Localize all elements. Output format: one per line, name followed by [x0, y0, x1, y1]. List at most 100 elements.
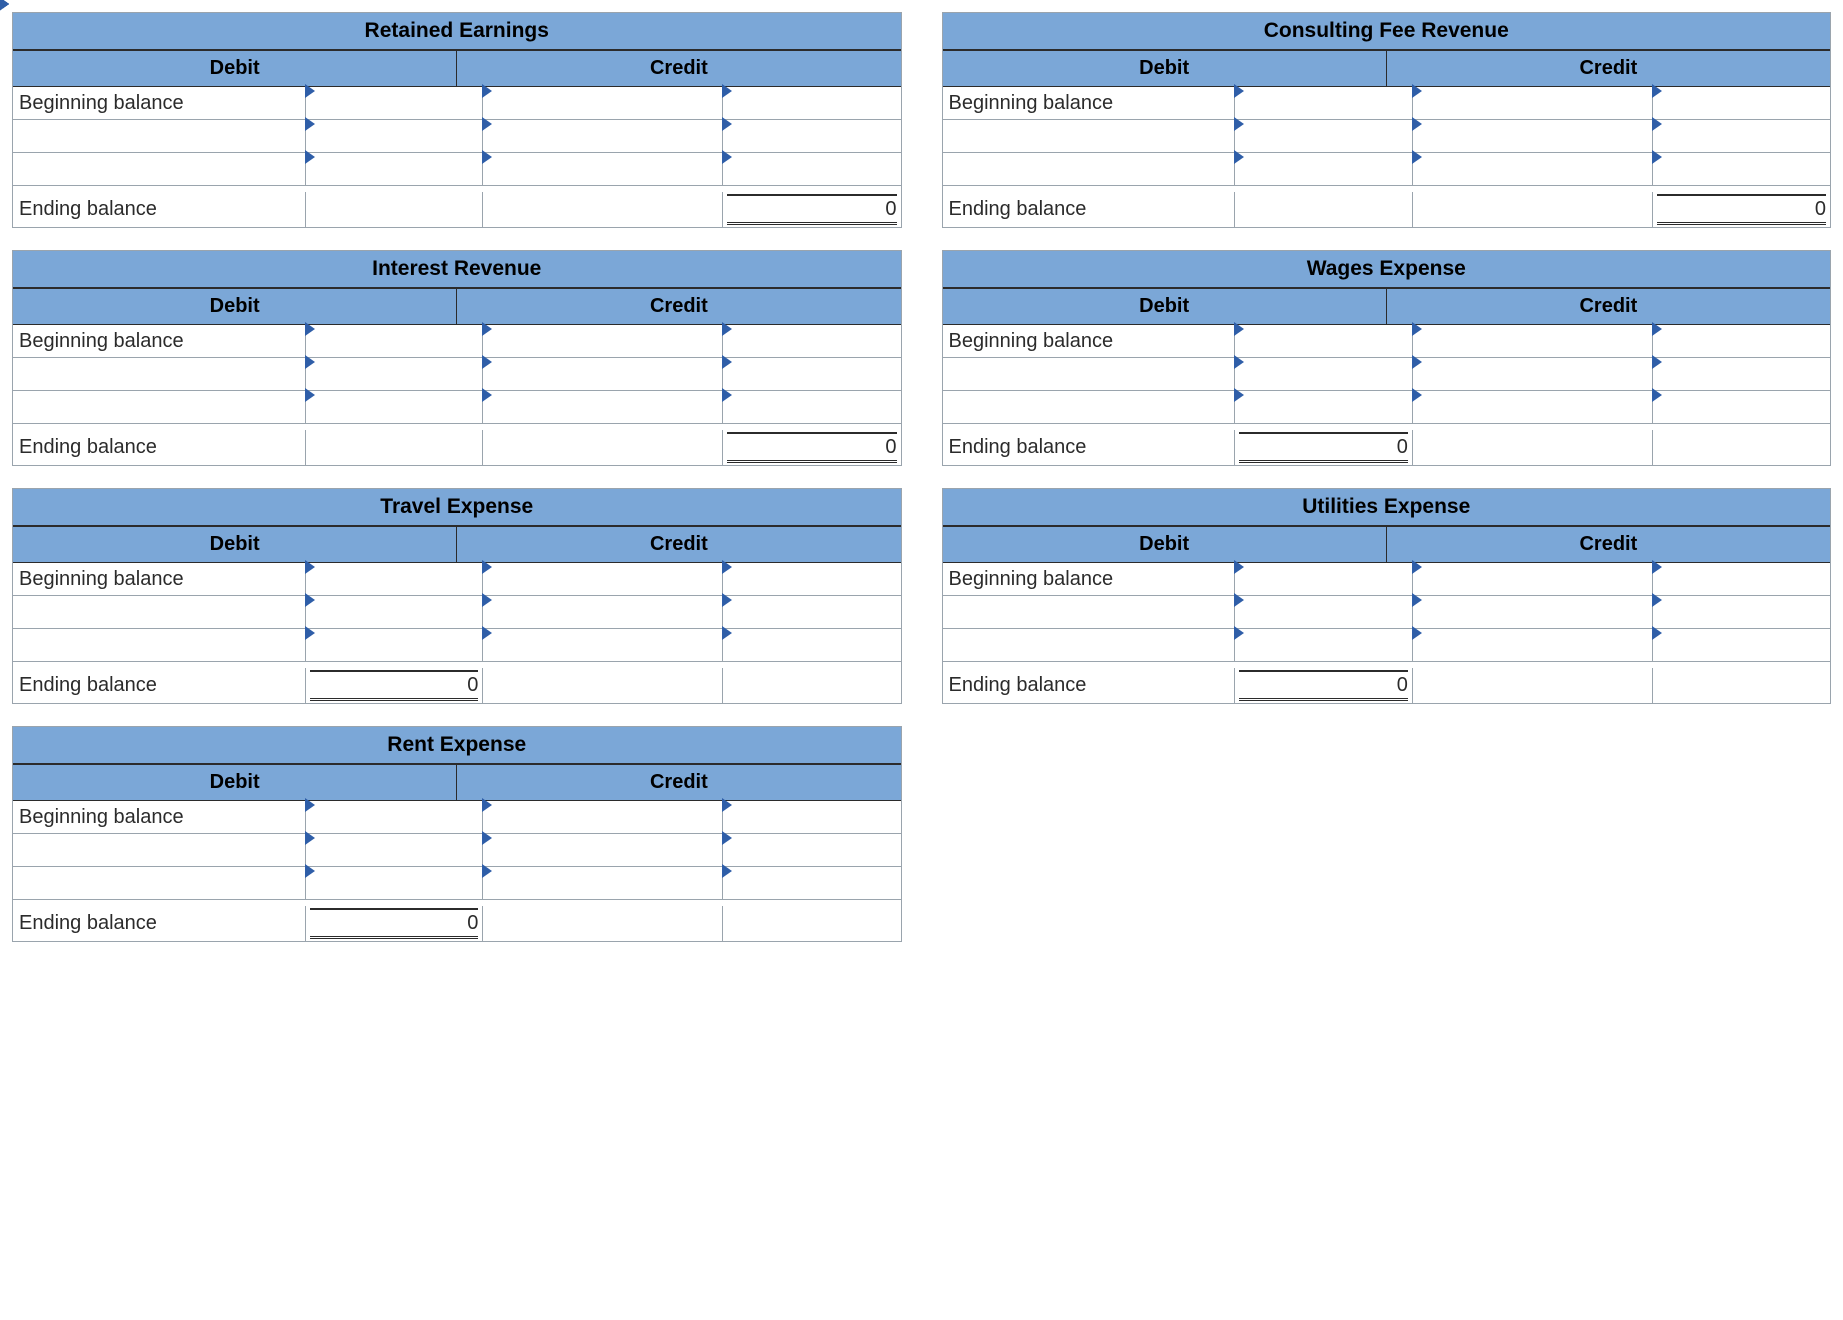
row-credit-amount[interactable] [723, 801, 901, 833]
row-debit-amount[interactable] [306, 629, 484, 661]
row-credit-label [1413, 391, 1653, 423]
header-credit: Credit [457, 289, 900, 324]
row-debit-amount[interactable] [1235, 563, 1413, 595]
row-label-text: Beginning balance [949, 92, 1114, 115]
ending-credit-label [483, 192, 723, 227]
ending-credit-label [483, 906, 723, 941]
row-debit-label [13, 834, 306, 866]
row-label-text: Beginning balance [19, 330, 184, 353]
t-account-row [943, 391, 1831, 424]
t-account-title: Consulting Fee Revenue [943, 13, 1831, 51]
row-credit-amount[interactable] [723, 563, 901, 595]
row-credit-amount[interactable] [1653, 596, 1831, 628]
ending-debit-box [306, 430, 484, 465]
row-credit-amount[interactable] [723, 87, 901, 119]
t-account-title: Rent Expense [13, 727, 901, 765]
row-credit-amount[interactable] [723, 629, 901, 661]
row-credit-amount[interactable] [723, 596, 901, 628]
row-debit-amount[interactable] [1235, 358, 1413, 390]
t-account-row: Beginning balance [943, 87, 1831, 120]
t-account-ending-row: Ending balance0 [943, 430, 1831, 465]
flag-icon [305, 84, 315, 98]
row-debit-amount[interactable] [306, 867, 484, 899]
flag-icon [722, 593, 732, 607]
row-debit-amount[interactable] [306, 325, 484, 357]
flag-icon [1652, 150, 1662, 164]
header-debit: Debit [13, 51, 457, 86]
row-credit-amount[interactable] [723, 834, 901, 866]
row-credit-label [483, 834, 723, 866]
row-credit-label [483, 867, 723, 899]
row-label-text: Beginning balance [19, 568, 184, 591]
row-debit-amount[interactable] [1235, 120, 1413, 152]
ending-label: Ending balance [943, 430, 1236, 465]
row-credit-amount[interactable] [1653, 153, 1831, 185]
row-credit-amount[interactable] [723, 358, 901, 390]
row-credit-amount[interactable] [1653, 87, 1831, 119]
row-credit-amount[interactable] [1653, 391, 1831, 423]
t-account-row: Beginning balance [13, 801, 901, 834]
row-debit-label: Beginning balance [13, 801, 306, 833]
flag-icon [1412, 593, 1422, 607]
row-debit-amount[interactable] [1235, 325, 1413, 357]
row-credit-amount[interactable] [1653, 629, 1831, 661]
flag-icon [1234, 150, 1244, 164]
flag-icon [1234, 355, 1244, 369]
row-credit-amount[interactable] [723, 867, 901, 899]
row-debit-amount[interactable] [1235, 596, 1413, 628]
row-debit-amount[interactable] [306, 801, 484, 833]
flag-icon [482, 593, 492, 607]
ending-credit-label [1413, 668, 1653, 703]
row-debit-label [13, 358, 306, 390]
t-account: Rent ExpenseDebitCreditBeginning balance… [12, 726, 902, 942]
flag-icon [1652, 560, 1662, 574]
row-debit-amount[interactable] [306, 358, 484, 390]
row-credit-amount[interactable] [723, 325, 901, 357]
row-credit-amount[interactable] [723, 120, 901, 152]
t-account-title: Utilities Expense [943, 489, 1831, 527]
row-debit-amount[interactable] [1235, 153, 1413, 185]
row-label-text: Beginning balance [19, 92, 184, 115]
flag-icon [1652, 322, 1662, 336]
row-credit-amount[interactable] [1653, 120, 1831, 152]
flag-icon [482, 864, 492, 878]
row-credit-label [483, 358, 723, 390]
ending-credit-box [1653, 430, 1831, 465]
row-debit-amount[interactable] [306, 120, 484, 152]
row-credit-label [483, 629, 723, 661]
row-debit-amount[interactable] [1235, 87, 1413, 119]
row-debit-amount[interactable] [1235, 391, 1413, 423]
ending-debit-value [310, 197, 479, 223]
row-credit-amount[interactable] [723, 153, 901, 185]
row-debit-amount[interactable] [306, 834, 484, 866]
ending-label-text: Ending balance [19, 674, 157, 697]
row-debit-amount[interactable] [1235, 629, 1413, 661]
header-debit: Debit [13, 765, 457, 800]
row-debit-amount[interactable] [306, 87, 484, 119]
flag-icon [1234, 593, 1244, 607]
ending-debit-value: 0 [1239, 432, 1408, 463]
header-credit: Credit [1387, 527, 1830, 562]
row-credit-amount[interactable] [1653, 563, 1831, 595]
flag-icon [1652, 626, 1662, 640]
row-debit-label [943, 629, 1236, 661]
flag-icon [482, 626, 492, 640]
row-debit-amount[interactable] [306, 391, 484, 423]
header-credit: Credit [457, 51, 900, 86]
ending-credit-value [727, 673, 897, 699]
t-account-ending-row: Ending balance0 [943, 668, 1831, 703]
row-debit-label [943, 358, 1236, 390]
row-debit-amount[interactable] [306, 563, 484, 595]
row-credit-amount[interactable] [1653, 358, 1831, 390]
row-debit-label [13, 153, 306, 185]
ending-credit-box [723, 906, 901, 941]
flag-icon [305, 626, 315, 640]
row-debit-label [13, 629, 306, 661]
row-credit-label [1413, 153, 1653, 185]
ending-credit-value [727, 911, 897, 937]
row-credit-amount[interactable] [1653, 325, 1831, 357]
row-credit-amount[interactable] [723, 391, 901, 423]
flag-icon [482, 831, 492, 845]
row-debit-amount[interactable] [306, 153, 484, 185]
row-debit-amount[interactable] [306, 596, 484, 628]
